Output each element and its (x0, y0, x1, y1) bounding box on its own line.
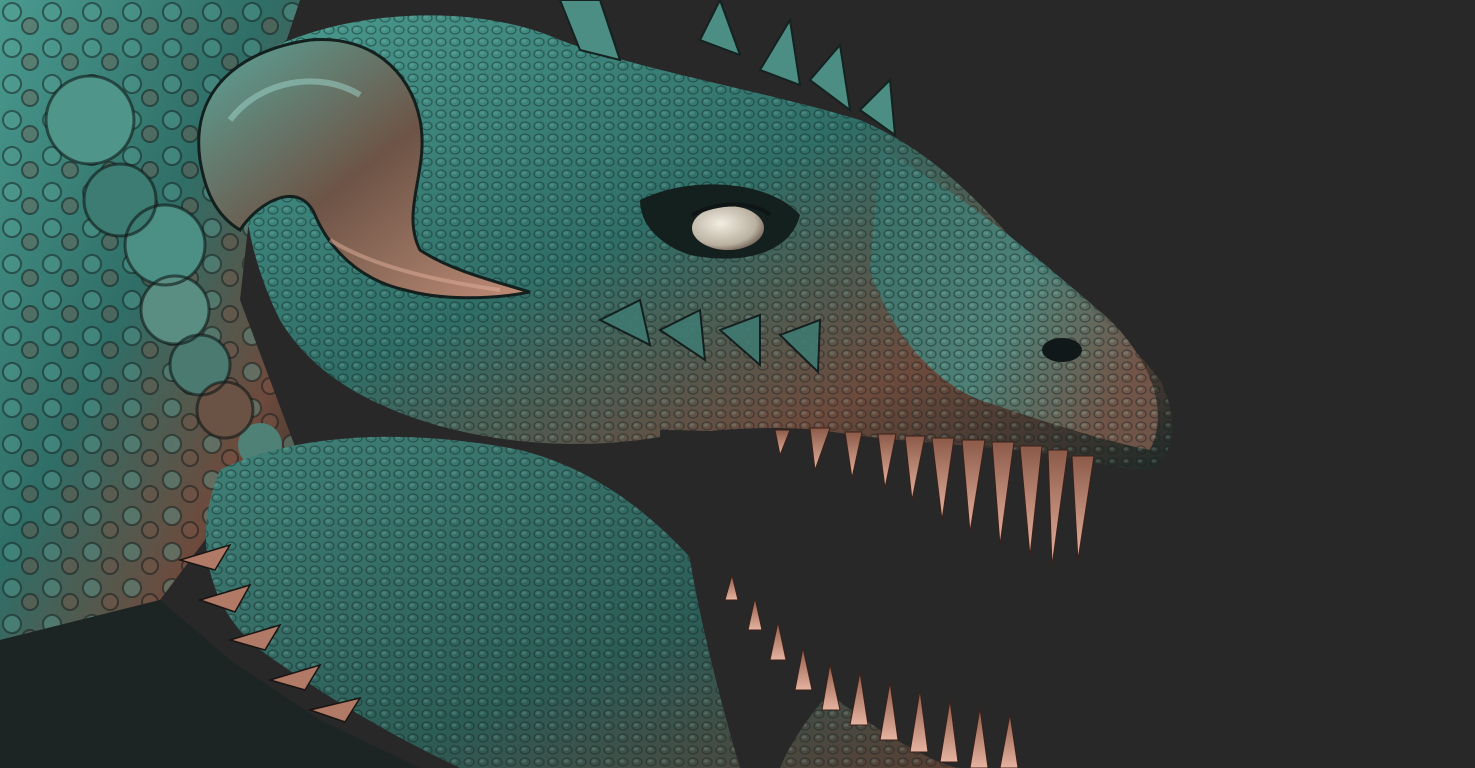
sculpt-viewport (0, 0, 1475, 768)
dragon-sculpt-render (0, 0, 1475, 768)
nostril (1042, 338, 1082, 362)
